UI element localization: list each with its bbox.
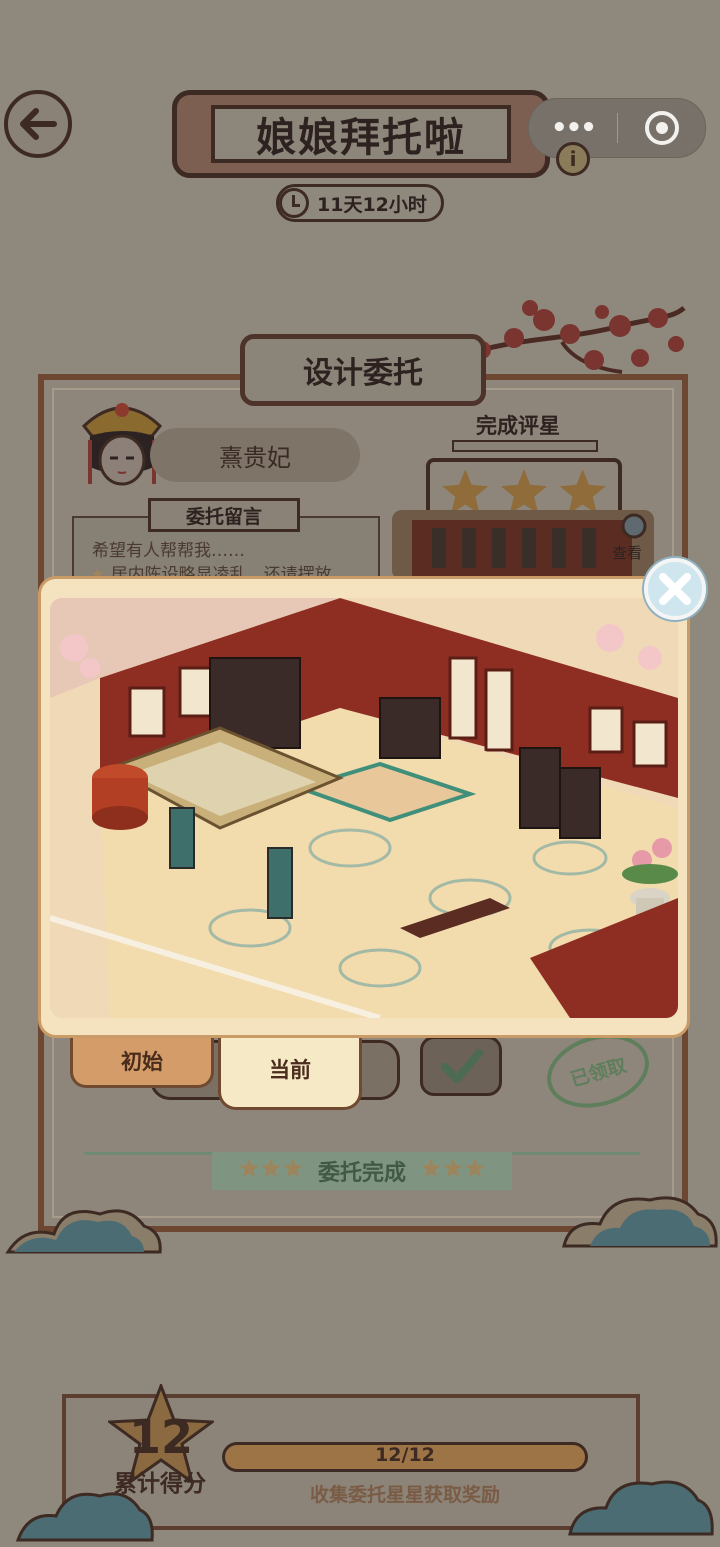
reward-hint: 收集委托星星获取奖励 [309,1484,500,1506]
checkmark-icon [441,1049,483,1083]
complete-label: 委托完成 [317,1161,406,1186]
star-row-right [420,1158,486,1184]
miniprogram-capsule[interactable]: ••• [528,98,706,158]
close-icon [659,573,691,605]
more-dots-icon[interactable]: ••• [551,113,597,143]
close-popup-button[interactable] [644,558,706,620]
view-label[interactable]: 查看 [612,542,642,563]
star-row-left [238,1158,304,1184]
magnifier-icon [621,513,647,539]
message-line-1: 希望有人帮帮我…… [92,541,245,561]
capsule-divider [617,113,618,143]
progress-text: 12/12 [375,1444,435,1466]
item-slot-done [420,1036,502,1096]
room-scene-image [50,598,678,1018]
countdown-text: 11天12小时 [317,193,427,216]
cloud-decoration-right [560,1186,720,1256]
info-icon[interactable]: i [556,142,590,176]
plum-blossom-decoration [452,298,688,384]
card-title: 设计委托 [240,334,486,406]
commission-complete-banner: 委托完成 [212,1152,512,1190]
cloud-decoration-bottom-left [14,1482,154,1542]
cloud-decoration-left [4,1196,164,1262]
back-button[interactable] [4,90,72,158]
star-icon [442,468,489,515]
clock-icon [279,188,309,218]
message-tag: 委托留言 [148,498,300,532]
client-name: 熹贵妃 [150,428,360,482]
cloud-decoration-bottom-right [566,1468,716,1538]
tab-initial[interactable]: 初始 [70,1036,214,1088]
title-plate: 娘娘拜托啦 [172,90,550,178]
capsule-close-icon[interactable] [645,111,679,145]
star-icon [559,468,606,515]
score-value: 12 [128,1410,193,1464]
page-title: 娘娘拜托啦 [211,105,511,163]
star-icon [500,468,548,515]
countdown-timer: 11天12小时 [276,184,444,222]
rating-rod [452,440,598,452]
rating-label: 完成评星 [476,414,560,438]
back-arrow-icon [20,108,57,140]
tab-current[interactable]: 当前 [218,1030,362,1110]
